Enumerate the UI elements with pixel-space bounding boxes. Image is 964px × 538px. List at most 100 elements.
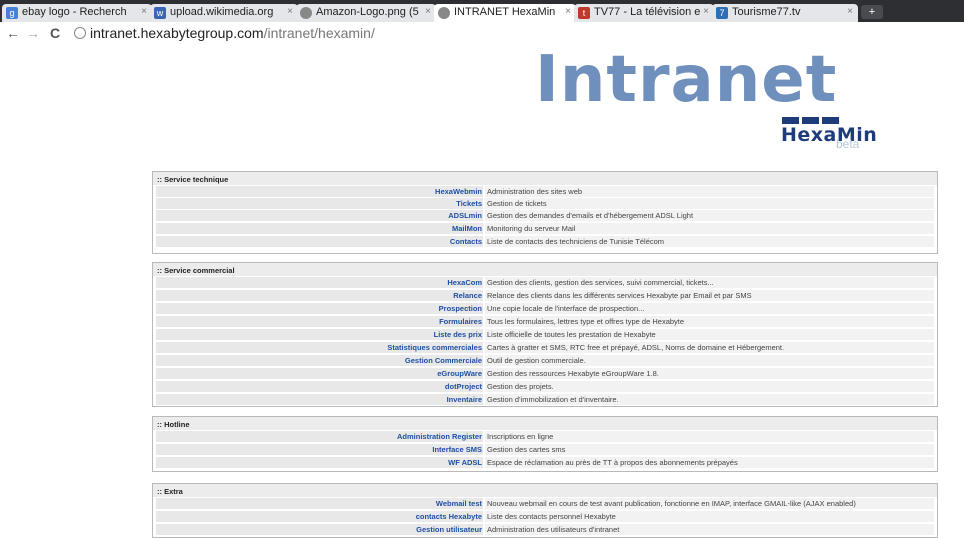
table-row: dotProject Gestion des projets.: [156, 381, 934, 392]
service-description: Nouveau webmail en cours de test avant p…: [485, 498, 934, 509]
google-icon: g: [6, 7, 18, 19]
url-field[interactable]: intranet.hexabytegroup.com/intranet/hexa…: [90, 25, 375, 41]
section-title: :: Service technique: [153, 172, 937, 185]
service-description: Gestion des demandes d'emails et d'héber…: [485, 210, 934, 221]
table-row: Contacts Liste de contacts des technicie…: [156, 236, 934, 247]
section-title: :: Hotline: [153, 417, 937, 430]
service-link[interactable]: Interface SMS: [156, 444, 483, 455]
browser-tab[interactable]: 7 Tourisme77.tv ×: [712, 4, 858, 22]
back-arrow-icon[interactable]: ←: [6, 25, 20, 41]
service-link[interactable]: Prospection: [156, 303, 483, 314]
service-description: Administration des sites web: [485, 186, 934, 197]
service-link[interactable]: HexaCom: [156, 277, 483, 288]
browser-tab-active[interactable]: INTRANET HexaMin ×: [434, 4, 576, 22]
logo-wordmark: Intranet: [535, 43, 838, 117]
service-description: Une copie locale de l'interface de prosp…: [485, 303, 934, 314]
close-icon[interactable]: ×: [425, 6, 431, 17]
service-link[interactable]: eGroupWare: [156, 368, 483, 379]
section-service-commercial: :: Service commercial HexaCom Gestion de…: [152, 262, 938, 407]
globe-icon: [300, 7, 312, 19]
forward-arrow-icon[interactable]: →: [26, 25, 40, 41]
new-tab-button[interactable]: +: [861, 5, 883, 19]
service-link[interactable]: Statistiques commerciales: [156, 342, 483, 353]
table-row: MailMon Monitoring du serveur Mail: [156, 223, 934, 234]
service-link[interactable]: Contacts: [156, 236, 483, 247]
service-description: Liste des contacts personnel Hexabyte: [485, 511, 934, 522]
tab-title: INTRANET HexaMin: [454, 6, 556, 18]
table-row: Inventaire Gestion d'immobilization et d…: [156, 394, 934, 405]
section-service-technique: :: Service technique HexaWebmin Administ…: [152, 171, 938, 254]
logo-beta-badge: beta: [836, 137, 860, 151]
globe-icon: [438, 7, 450, 19]
service-description: Inscriptions en ligne: [485, 431, 934, 442]
service-description: Gestion de tickets: [485, 198, 934, 209]
service-link[interactable]: Gestion Commerciale: [156, 355, 483, 366]
browser-tab[interactable]: Amazon-Logo.png (5 ×: [296, 4, 436, 22]
close-icon[interactable]: ×: [847, 6, 853, 17]
tab-title: upload.wikimedia.org: [170, 6, 274, 18]
reload-icon[interactable]: C: [50, 25, 60, 41]
table-row: HexaCom Gestion des clients, gestion des…: [156, 277, 934, 288]
service-link[interactable]: Administration Register: [156, 431, 483, 442]
service-description: Monitoring du serveur Mail: [485, 223, 934, 234]
table-row: Gestion utilisateur Administration des u…: [156, 524, 934, 535]
table-row: Gestion Commerciale Outil de gestion com…: [156, 355, 934, 366]
close-icon[interactable]: ×: [703, 6, 709, 17]
service-description: Liste officielle de toutes les prestatio…: [485, 329, 934, 340]
section-title: :: Service commercial: [153, 263, 937, 276]
browser-tab[interactable]: w upload.wikimedia.org ×: [150, 4, 298, 22]
tab-title: Tourisme77.tv: [732, 6, 801, 18]
section-title: :: Extra: [153, 484, 937, 497]
table-row: Tickets Gestion de tickets: [156, 198, 934, 209]
table-row: Statistiques commerciales Cartes à gratt…: [156, 342, 934, 353]
table-row: ADSLmin Gestion des demandes d'emails et…: [156, 210, 934, 221]
table-row: contacts Hexabyte Liste des contacts per…: [156, 511, 934, 522]
service-description: Gestion des clients, gestion des service…: [485, 277, 934, 288]
page-info-icon[interactable]: [74, 27, 86, 39]
service-link[interactable]: Tickets: [156, 198, 483, 209]
browser-tab[interactable]: g ebay logo - Recherch ×: [2, 4, 152, 22]
logo-subtitle: HexaMin: [781, 124, 878, 146]
url-path: /intranet/hexamin/: [263, 25, 375, 41]
tourisme77-icon: 7: [716, 7, 728, 19]
service-link[interactable]: Webmail test: [156, 498, 483, 509]
wikimedia-icon: w: [154, 7, 166, 19]
table-row: Webmail test Nouveau webmail en cours de…: [156, 498, 934, 509]
intranet-logo: Intranet HexaMin beta: [525, 40, 877, 151]
service-link[interactable]: MailMon: [156, 223, 483, 234]
service-description: Administration des utilisateurs d'intran…: [485, 524, 934, 535]
service-description: Gestion des cartes sms: [485, 444, 934, 455]
table-row: WF ADSL Espace de réclamation au près de…: [156, 457, 934, 468]
table-row: HexaWebmin Administration des sites web: [156, 186, 934, 197]
tv77-icon: t: [578, 7, 590, 19]
service-description: Outil de gestion commerciale.: [485, 355, 934, 366]
browser-tab[interactable]: t TV77 - La télévision e ×: [574, 4, 714, 22]
table-row: Relance Relance des clients dans les dif…: [156, 290, 934, 301]
service-description: Gestion d'immobilization et d'inventaire…: [485, 394, 934, 405]
url-host: intranet.hexabytegroup.com: [90, 25, 264, 41]
tab-title: TV77 - La télévision e: [594, 6, 701, 18]
service-description: Cartes à gratter et SMS, RTC free et pré…: [485, 342, 934, 353]
service-description: Espace de réclamation au près de TT à pr…: [485, 457, 934, 468]
service-link[interactable]: Inventaire: [156, 394, 483, 405]
service-link[interactable]: ADSLmin: [156, 210, 483, 221]
section-hotline: :: Hotline Administration Register Inscr…: [152, 416, 938, 472]
service-link[interactable]: Liste des prix: [156, 329, 483, 340]
browser-tab-strip: g ebay logo - Recherch × w upload.wikime…: [0, 0, 964, 22]
service-link[interactable]: WF ADSL: [156, 457, 483, 468]
service-link[interactable]: Relance: [156, 290, 483, 301]
service-description: Tous les formulaires, lettres type et of…: [485, 316, 934, 327]
table-row: eGroupWare Gestion des ressources Hexaby…: [156, 368, 934, 379]
service-link[interactable]: Gestion utilisateur: [156, 524, 483, 535]
tab-title: ebay logo - Recherch: [22, 6, 127, 18]
service-link[interactable]: HexaWebmin: [156, 186, 483, 197]
service-link[interactable]: Formulaires: [156, 316, 483, 327]
close-icon[interactable]: ×: [141, 6, 147, 17]
close-icon[interactable]: ×: [287, 6, 293, 17]
close-icon[interactable]: ×: [565, 6, 571, 17]
service-description: Relance des clients dans les différents …: [485, 290, 934, 301]
table-row: Liste des prix Liste officielle de toute…: [156, 329, 934, 340]
service-link[interactable]: dotProject: [156, 381, 483, 392]
service-link[interactable]: contacts Hexabyte: [156, 511, 483, 522]
service-description: Liste de contacts des techniciens de Tun…: [485, 236, 934, 247]
